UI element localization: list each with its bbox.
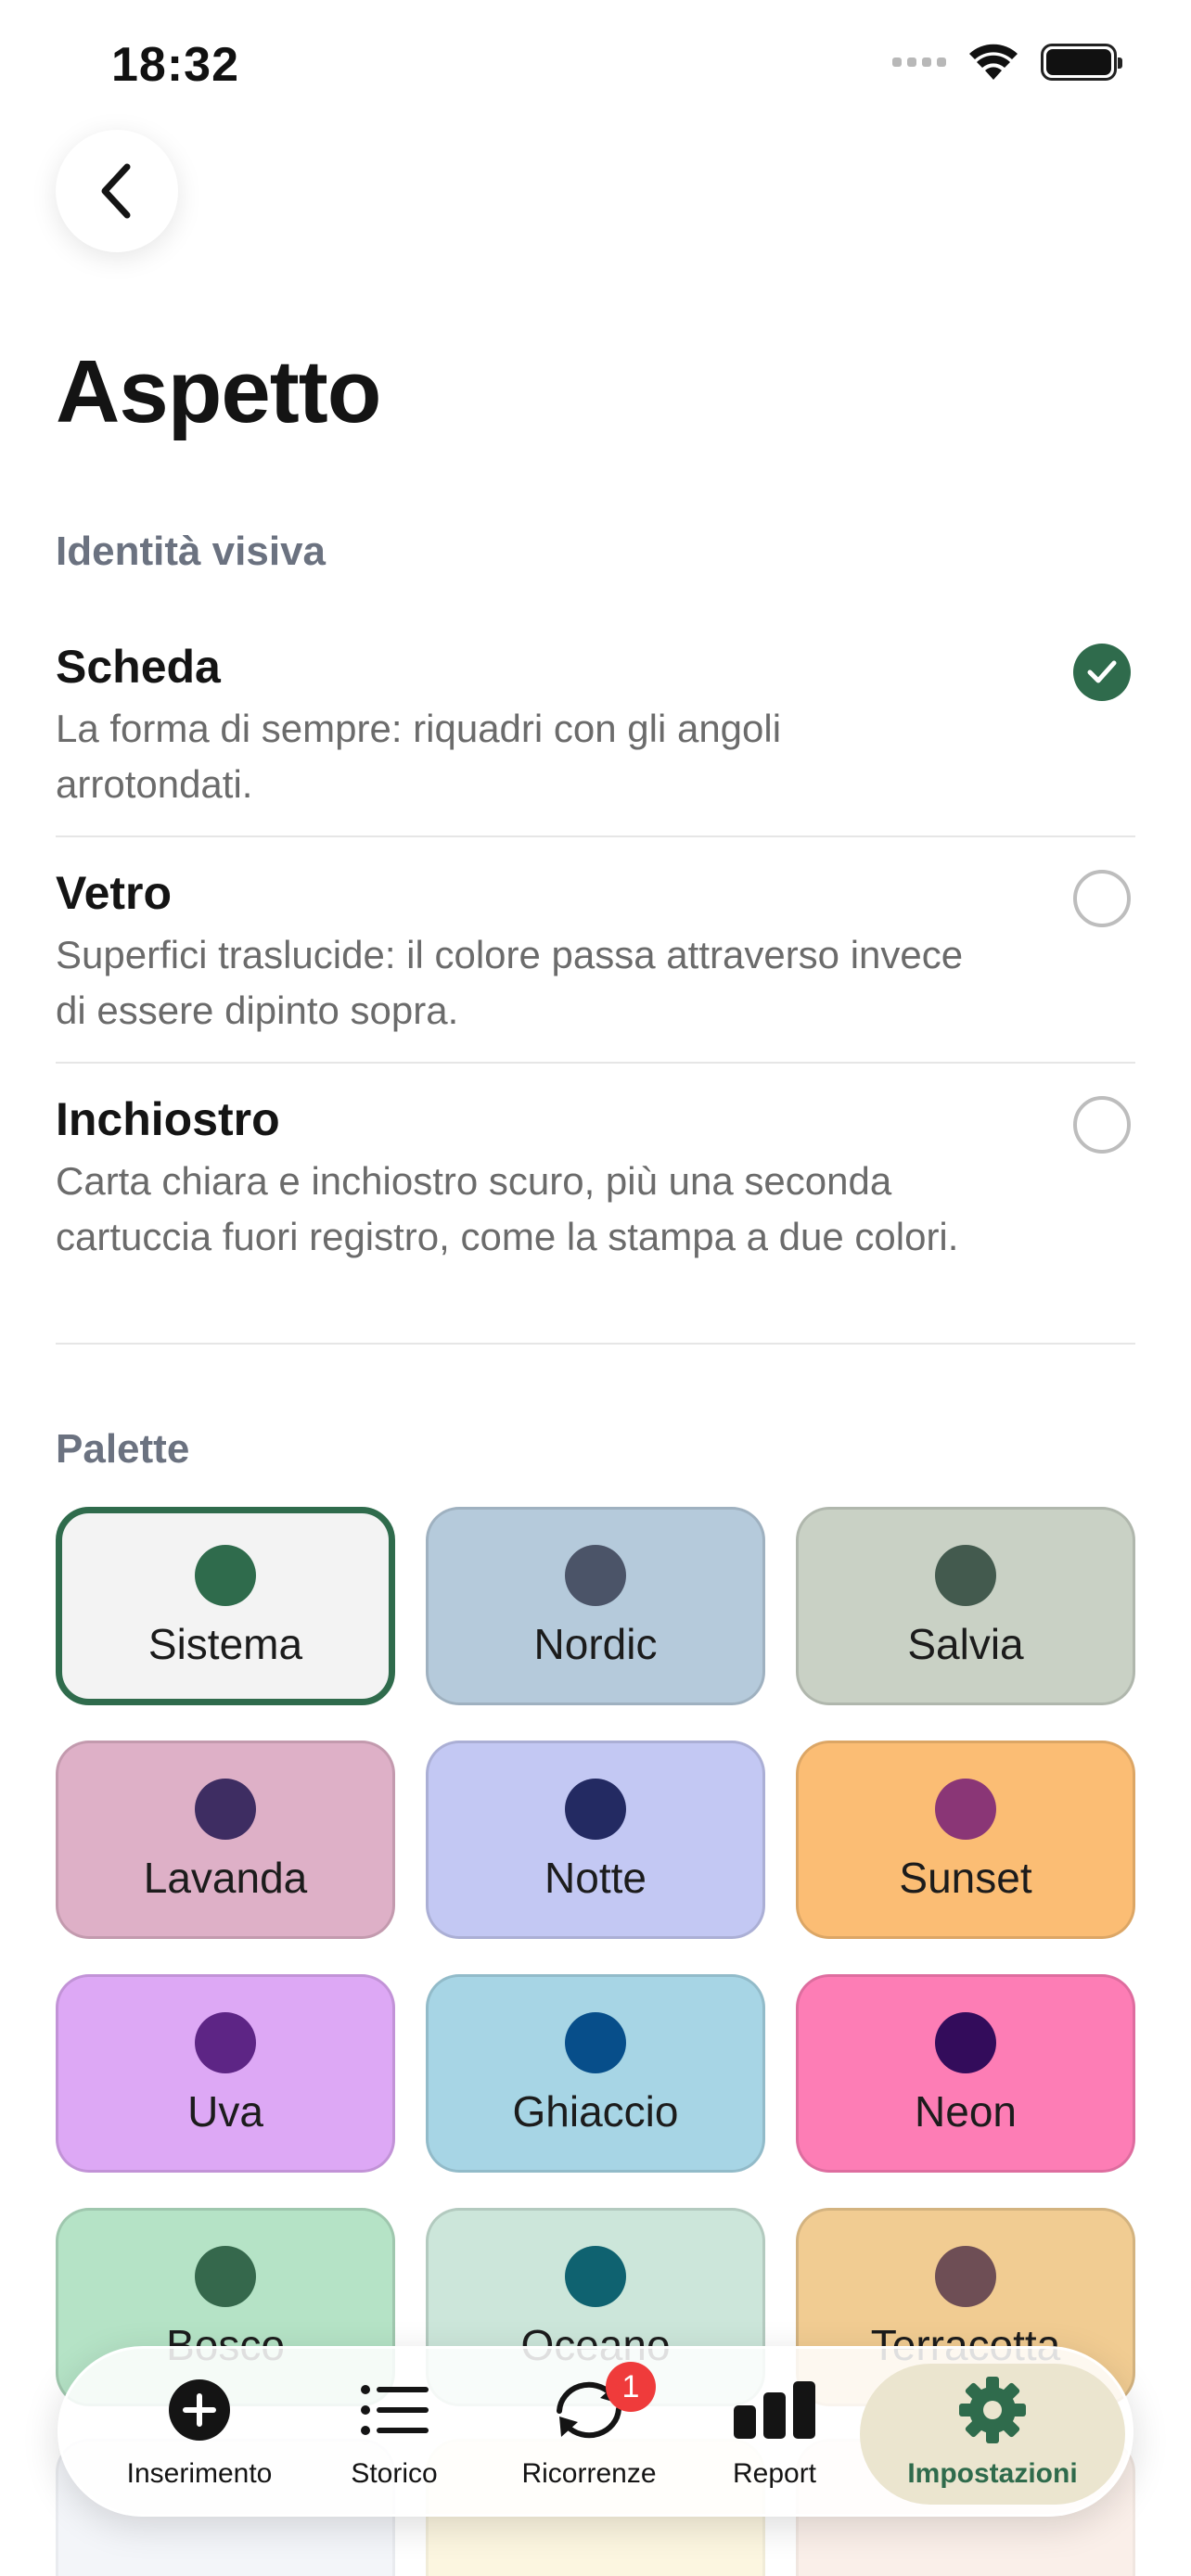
palette-name: Ghiaccio xyxy=(512,2087,679,2136)
divider xyxy=(56,1343,1135,1345)
palette-name: Notte xyxy=(544,1854,647,1902)
bar-chart-icon xyxy=(734,2371,815,2449)
chevron-left-icon xyxy=(101,163,131,219)
tab-label: Ricorrenze xyxy=(521,2458,657,2489)
option-description: La forma di sempre: riquadri con gli ang… xyxy=(56,707,782,806)
palette-tile-uva[interactable]: Uva xyxy=(56,1974,395,2173)
tab-label: Report xyxy=(732,2458,817,2489)
palette-name: Lavanda xyxy=(143,1854,308,1902)
status-icons xyxy=(892,43,1122,82)
status-bar: 18:32 xyxy=(0,0,1191,134)
option-description: Superfici traslucide: il colore passa at… xyxy=(56,933,964,1032)
identity-option-scheda[interactable]: Scheda La forma di sempre: riquadri con … xyxy=(56,640,1135,812)
notification-badge: 1 xyxy=(606,2362,656,2412)
tab-label: Impostazioni xyxy=(907,2458,1078,2489)
status-time: 18:32 xyxy=(111,38,239,92)
palette-name: Uva xyxy=(187,2087,263,2136)
list-icon xyxy=(360,2371,429,2449)
option-title: Vetro xyxy=(56,867,173,919)
radio-unchecked[interactable] xyxy=(1073,870,1131,927)
palette-color-dot xyxy=(935,2246,996,2307)
palette-name: Salvia xyxy=(907,1620,1024,1668)
palette-tile-ghiaccio[interactable]: Ghiaccio xyxy=(426,1974,765,2173)
tab-label: Storico xyxy=(351,2458,438,2489)
palette-tile-salvia[interactable]: Salvia xyxy=(796,1507,1135,1705)
tab-label: Inserimento xyxy=(126,2458,273,2489)
tab-impostazioni[interactable]: Impostazioni xyxy=(860,2349,1125,2519)
palette-name: Nordic xyxy=(533,1620,658,1668)
plus-circle-icon xyxy=(167,2371,232,2449)
palette-color-dot xyxy=(565,1779,626,1840)
battery-icon xyxy=(1041,44,1122,81)
palette-name: Neon xyxy=(915,2087,1017,2136)
option-title: Scheda xyxy=(56,641,221,693)
palette-color-dot xyxy=(195,2246,256,2307)
option-description: Carta chiara e inchiostro scuro, più una… xyxy=(56,1159,959,1258)
identity-option-inchiostro[interactable]: Inchiostro Carta chiara e inchiostro scu… xyxy=(56,1092,1135,1265)
checkmark-icon xyxy=(1087,660,1117,683)
palette-color-dot xyxy=(195,1545,256,1606)
palette-color-dot xyxy=(935,1779,996,1840)
palette-name: Sunset xyxy=(899,1854,1032,1902)
palette-color-dot xyxy=(565,2246,626,2307)
palette-section-label: Palette xyxy=(56,1426,190,1472)
divider xyxy=(56,1062,1135,1064)
palette-color-dot xyxy=(565,2012,626,2073)
palette-tile-lavanda[interactable]: Lavanda xyxy=(56,1741,395,1939)
tab-ricorrenze[interactable]: 1 Ricorrenze xyxy=(487,2349,691,2519)
identity-section-label: Identità visiva xyxy=(56,529,327,574)
palette-name: Sistema xyxy=(147,1620,303,1668)
radio-checked[interactable] xyxy=(1073,644,1131,701)
palette-color-dot xyxy=(195,2012,256,2073)
page-title: Aspetto xyxy=(56,342,381,441)
tab-inserimento[interactable]: Inserimento xyxy=(97,2349,301,2519)
identity-option-vetro[interactable]: Vetro Superfici traslucide: il colore pa… xyxy=(56,866,1135,1039)
radio-unchecked[interactable] xyxy=(1073,1096,1131,1154)
gear-icon xyxy=(957,2371,1028,2449)
palette-tile-sistema[interactable]: Sistema xyxy=(56,1507,395,1705)
back-button[interactable] xyxy=(56,130,178,252)
tab-storico[interactable]: Storico xyxy=(301,2349,487,2519)
palette-color-dot xyxy=(565,1545,626,1606)
divider xyxy=(56,835,1135,837)
palette-color-dot xyxy=(935,2012,996,2073)
tab-bar: Inserimento Storico 1 Ricorrenze Report … xyxy=(58,2346,1133,2517)
palette-color-dot xyxy=(195,1779,256,1840)
palette-tile-sunset[interactable]: Sunset xyxy=(796,1741,1135,1939)
palette-color-dot xyxy=(935,1545,996,1606)
palette-tile-nordic[interactable]: Nordic xyxy=(426,1507,765,1705)
tab-report[interactable]: Report xyxy=(691,2349,858,2519)
palette-tile-notte[interactable]: Notte xyxy=(426,1741,765,1939)
cellular-signal-icon xyxy=(892,57,946,67)
palette-tile-neon[interactable]: Neon xyxy=(796,1974,1135,2173)
wifi-icon xyxy=(969,44,1018,80)
option-title: Inchiostro xyxy=(56,1093,280,1145)
repeat-icon: 1 xyxy=(550,2362,656,2449)
